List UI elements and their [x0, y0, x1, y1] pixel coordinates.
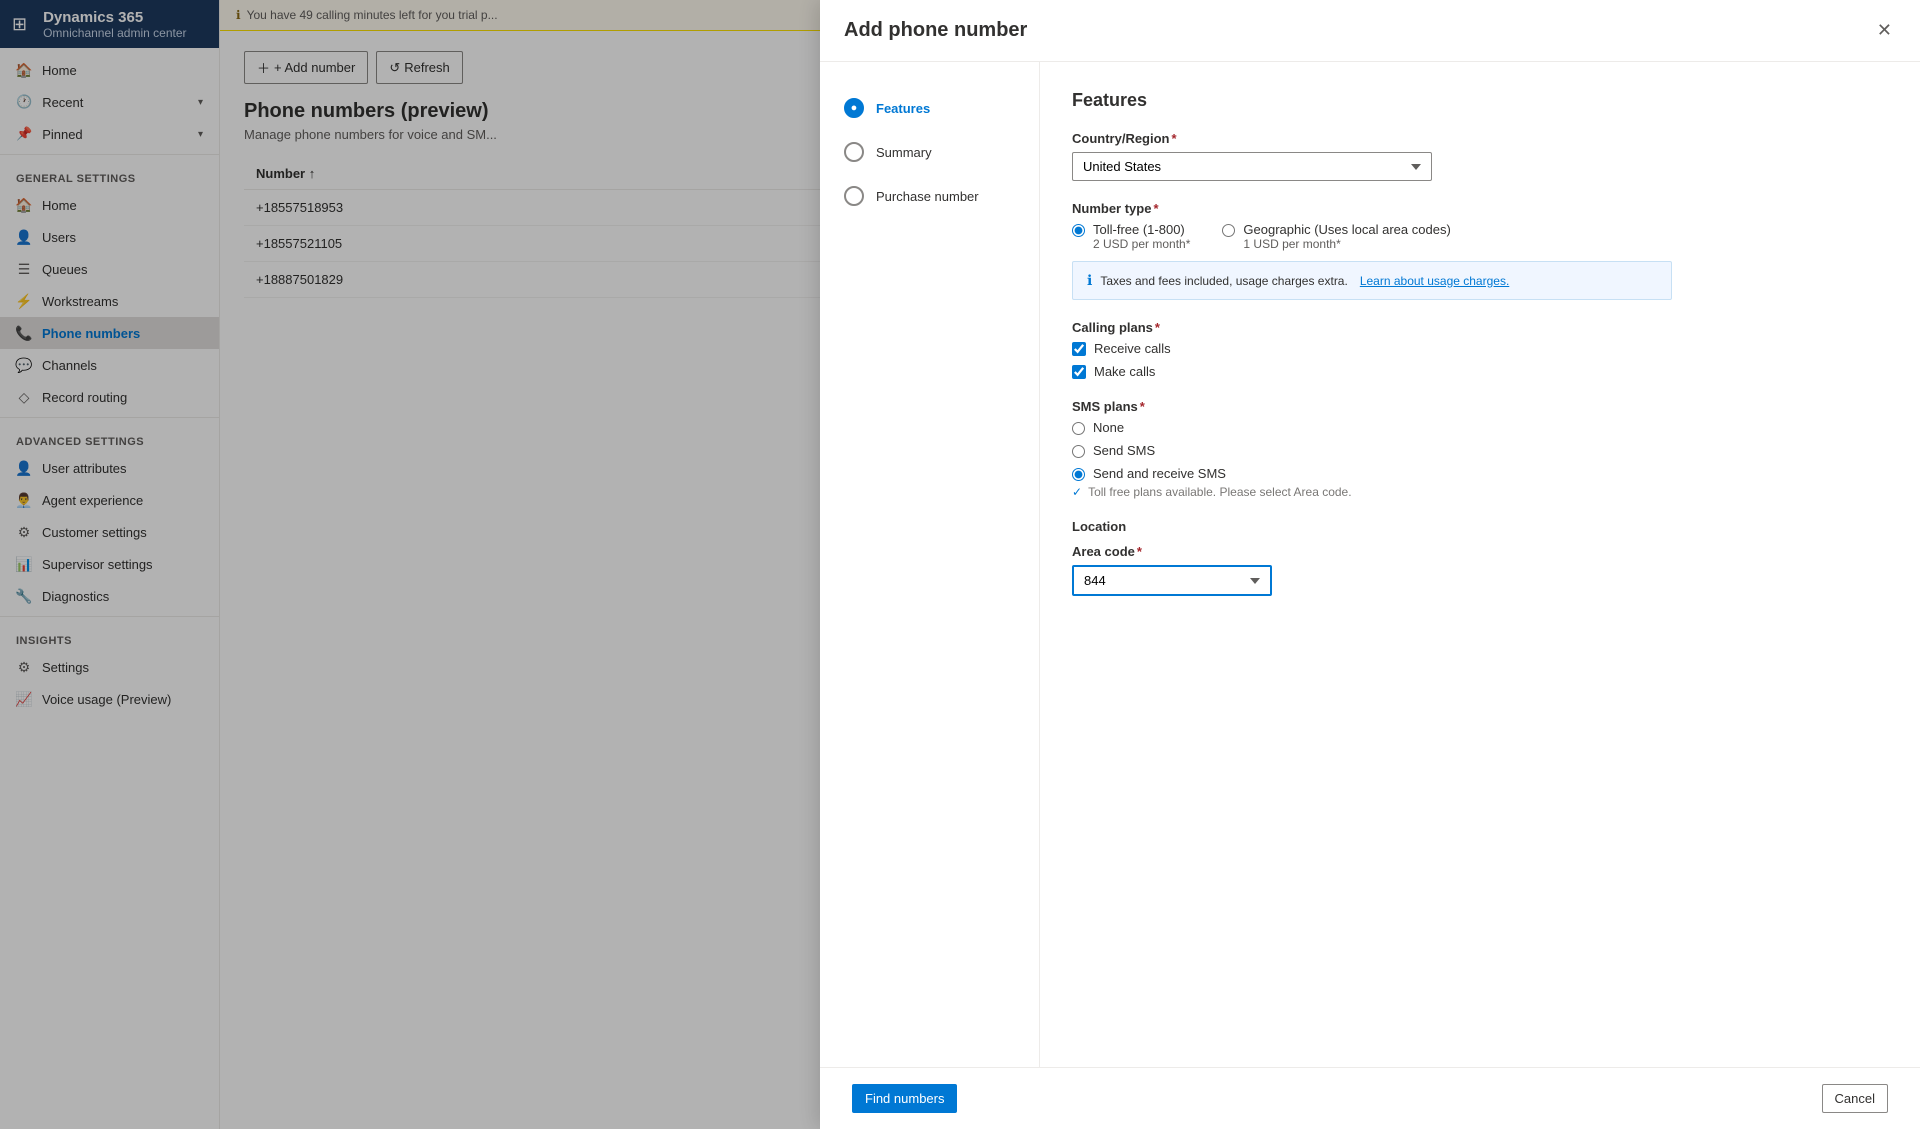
- location-label: Location: [1072, 519, 1888, 534]
- number-type-group: Number type * Toll-free (1-800) 2 USD pe…: [1072, 201, 1888, 300]
- geographic-label: Geographic (Uses local area codes) 1 USD…: [1243, 222, 1450, 251]
- step-circle-purchase: [844, 186, 864, 206]
- geographic-radio[interactable]: [1222, 224, 1235, 237]
- required-marker: *: [1137, 544, 1142, 559]
- required-marker: *: [1140, 399, 1145, 414]
- receive-calls-checkbox[interactable]: [1072, 342, 1086, 356]
- steps-sidebar: ● Features Summary Purchase number: [820, 62, 1040, 1067]
- receive-calls-option[interactable]: Receive calls: [1072, 341, 1888, 356]
- step-label-features: Features: [876, 101, 930, 116]
- modal-overlay: Add phone number ✕ ● Features Summary Pu…: [0, 0, 1920, 1129]
- toll-free-label: Toll-free (1-800) 2 USD per month*: [1093, 222, 1190, 251]
- calling-checkbox-group: Receive calls Make calls: [1072, 341, 1888, 379]
- info-link[interactable]: Learn about usage charges.: [1360, 274, 1509, 288]
- close-button[interactable]: ✕: [1873, 16, 1896, 45]
- receive-calls-label: Receive calls: [1094, 341, 1171, 356]
- required-marker: *: [1155, 320, 1160, 335]
- drawer-footer: Find numbers Cancel: [820, 1067, 1920, 1129]
- geographic-option[interactable]: Geographic (Uses local area codes) 1 USD…: [1222, 222, 1450, 251]
- send-receive-sms-radio[interactable]: [1072, 468, 1085, 481]
- toll-free-radio[interactable]: [1072, 224, 1085, 237]
- send-sms-option[interactable]: Send SMS: [1072, 443, 1888, 458]
- find-numbers-button[interactable]: Find numbers: [852, 1084, 957, 1113]
- country-region-select[interactable]: United States: [1072, 152, 1432, 181]
- number-type-label: Number type *: [1072, 201, 1888, 216]
- sms-plans-group: SMS plans * None Send SMS: [1072, 399, 1888, 499]
- required-marker: *: [1172, 131, 1177, 146]
- sms-radio-group: None Send SMS Send and receive SMS: [1072, 420, 1888, 481]
- make-calls-label: Make calls: [1094, 364, 1155, 379]
- form-section-title: Features: [1072, 90, 1888, 111]
- step-purchase[interactable]: Purchase number: [820, 174, 1039, 218]
- step-circle-summary: [844, 142, 864, 162]
- form-area: Features Country/Region * United States …: [1040, 62, 1920, 1067]
- required-marker: *: [1153, 201, 1158, 216]
- calling-plans-group: Calling plans * Receive calls Make calls: [1072, 320, 1888, 379]
- toll-free-option[interactable]: Toll-free (1-800) 2 USD per month*: [1072, 222, 1190, 251]
- info-icon: ℹ: [1087, 272, 1092, 289]
- sms-none-radio[interactable]: [1072, 422, 1085, 435]
- sms-none-option[interactable]: None: [1072, 420, 1888, 435]
- drawer-title: Add phone number: [844, 19, 1027, 42]
- area-code-select[interactable]: 844: [1072, 565, 1272, 596]
- step-summary[interactable]: Summary: [820, 130, 1039, 174]
- info-text: Taxes and fees included, usage charges e…: [1100, 274, 1348, 288]
- info-box: ℹ Taxes and fees included, usage charges…: [1072, 261, 1672, 300]
- step-circle-features: ●: [844, 98, 864, 118]
- send-sms-label: Send SMS: [1093, 443, 1155, 458]
- make-calls-checkbox[interactable]: [1072, 365, 1086, 379]
- drawer-header: Add phone number ✕: [820, 0, 1920, 62]
- check-icon: ✓: [1072, 485, 1082, 499]
- step-features[interactable]: ● Features: [820, 86, 1039, 130]
- sms-plans-label: SMS plans *: [1072, 399, 1888, 414]
- make-calls-option[interactable]: Make calls: [1072, 364, 1888, 379]
- drawer-body: ● Features Summary Purchase number Featu…: [820, 62, 1920, 1067]
- area-code-label: Area code *: [1072, 544, 1888, 559]
- number-type-radio-group: Toll-free (1-800) 2 USD per month* Geogr…: [1072, 222, 1888, 251]
- sms-warning: ✓ Toll free plans available. Please sele…: [1072, 485, 1888, 499]
- cancel-button[interactable]: Cancel: [1822, 1084, 1888, 1113]
- location-group: Location Area code * 844: [1072, 519, 1888, 596]
- send-receive-sms-option[interactable]: Send and receive SMS: [1072, 466, 1888, 481]
- calling-plans-label: Calling plans *: [1072, 320, 1888, 335]
- sms-none-label: None: [1093, 420, 1124, 435]
- step-label-summary: Summary: [876, 145, 932, 160]
- send-receive-sms-label: Send and receive SMS: [1093, 466, 1226, 481]
- country-region-label: Country/Region *: [1072, 131, 1888, 146]
- send-sms-radio[interactable]: [1072, 445, 1085, 458]
- country-region-group: Country/Region * United States: [1072, 131, 1888, 181]
- add-phone-number-drawer: Add phone number ✕ ● Features Summary Pu…: [820, 0, 1920, 1129]
- step-label-purchase: Purchase number: [876, 189, 979, 204]
